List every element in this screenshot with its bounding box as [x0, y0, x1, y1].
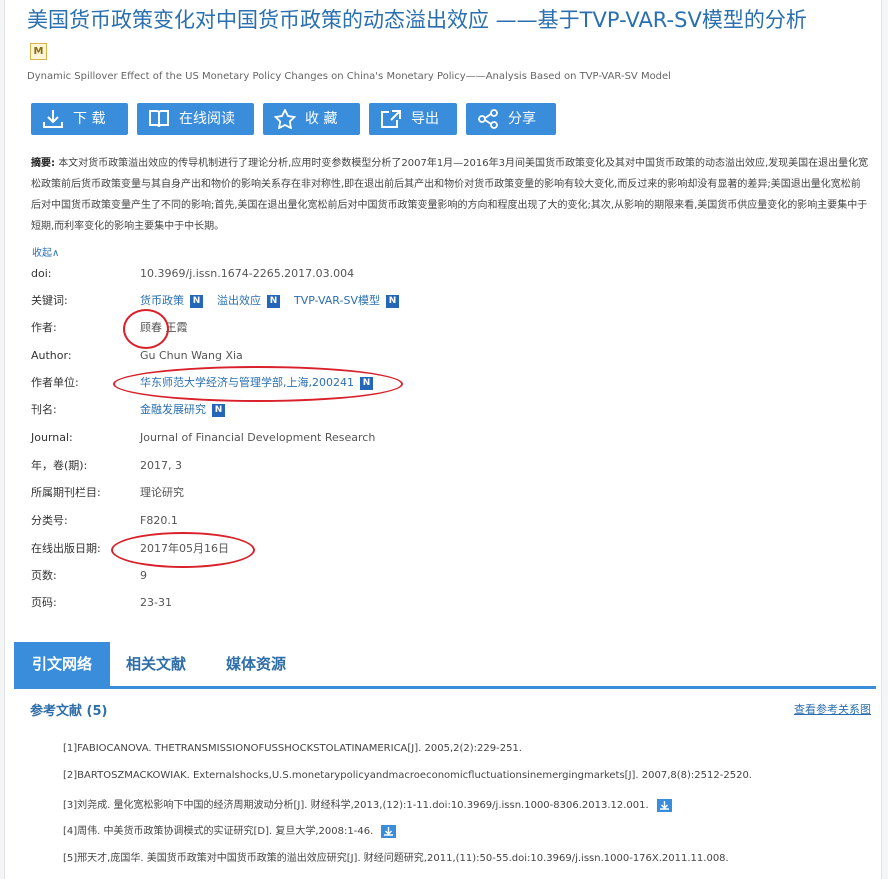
share-icon	[478, 109, 498, 129]
favorite-label: 收 藏	[305, 111, 338, 127]
author-en-value[interactable]: Gu Chun Wang Xia	[140, 346, 243, 366]
star-icon	[274, 109, 296, 129]
reference-item[interactable]: [3]刘尧成. 量化宽松影响下中国的经济周期波动分析[J]. 财经科学,2013…	[63, 796, 672, 812]
online-date-label: 在线出版日期:	[31, 542, 101, 555]
annotation-circle-affiliation	[113, 366, 403, 402]
download-icon[interactable]	[381, 824, 397, 838]
class-label: 分类号:	[31, 514, 68, 527]
annotation-circle-online-date	[111, 532, 255, 568]
reference-map-link[interactable]: 查看参考关系图	[794, 701, 871, 717]
n-badge-icon[interactable]: N	[385, 294, 399, 308]
export-button[interactable]: 导出	[369, 103, 457, 135]
m-badge-icon[interactable]: M	[30, 43, 47, 60]
journal-value[interactable]: 金融发展研究	[140, 403, 206, 416]
favorite-button[interactable]: 收 藏	[263, 103, 360, 135]
authors-label: 作者:	[31, 321, 57, 334]
article-page: 美国货币政策变化对中国货币政策的动态溢出效应 ——基于TVP-VAR-SV模型的…	[4, 0, 882, 879]
reference-item[interactable]: [4]周伟. 中美货币政策协调模式的实证研究[D]. 复旦大学,2008:1-4…	[63, 822, 397, 838]
pages-label: 页数:	[31, 569, 57, 582]
class-value: F820.1	[140, 514, 178, 527]
read-online-button[interactable]: 在线阅读	[137, 103, 254, 135]
year-value: 2017, 3	[140, 459, 182, 472]
share-label: 分享	[508, 111, 536, 127]
column-label: 所属期刊栏目:	[31, 486, 101, 499]
year-label: 年，卷(期):	[31, 459, 88, 472]
doi-value[interactable]: 10.3969/j.issn.1674-2265.2017.03.004	[140, 264, 354, 284]
keyword-link[interactable]: 货币政策	[140, 294, 184, 307]
page-range-label: 页码:	[31, 596, 57, 609]
keywords-list: 货币政策 N 溢出效应 N TVP-VAR-SV模型 N	[140, 291, 399, 311]
tab-related-literature[interactable]: 相关文献	[112, 642, 200, 686]
pages-value: 9	[140, 569, 147, 582]
journal-en-value[interactable]: Journal of Financial Development Researc…	[140, 428, 375, 448]
reference-item[interactable]: [2]BARTOSZMACKOWIAK. Externalshocks,U.S.…	[63, 770, 752, 781]
collapse-link[interactable]: 收起∧	[32, 244, 59, 259]
article-subtitle-en: Dynamic Spillover Effect of the US Monet…	[27, 71, 671, 82]
annotation-circle-author	[123, 309, 169, 349]
journal-en-label: Journal:	[31, 431, 73, 444]
n-badge-icon[interactable]: N	[212, 403, 225, 417]
references-heading: 参考文献 (5)	[30, 704, 108, 719]
keyword-link[interactable]: 溢出效应	[217, 294, 261, 307]
page-range-value: 23-31	[140, 596, 172, 609]
book-icon	[149, 110, 169, 128]
export-label: 导出	[411, 111, 439, 127]
article-title: 美国货币政策变化对中国货币政策的动态溢出效应 ——基于TVP-VAR-SV模型的…	[27, 8, 807, 32]
doi-label: doi:	[31, 267, 52, 280]
abstract-label: 摘要:	[31, 158, 55, 169]
abstract: 摘要: 本文对货币政策溢出效应的传导机制进行了理论分析,应用时变参数模型分析了2…	[31, 153, 869, 237]
journal-wrap: 金融发展研究 N	[140, 400, 225, 420]
reference-text: [2]BARTOSZMACKOWIAK. Externalshocks,U.S.…	[63, 770, 752, 781]
reference-text: [4]周伟. 中美货币政策协调模式的实证研究[D]. 复旦大学,2008:1-4…	[63, 826, 374, 837]
reference-text: [1]FABIOCANOVA. THETRANSMISSIONOFUSSHOCK…	[63, 743, 522, 754]
reference-text: [3]刘尧成. 量化宽松影响下中国的经济周期波动分析[J]. 财经科学,2013…	[63, 800, 649, 811]
n-badge-icon[interactable]: N	[267, 294, 280, 308]
n-badge-icon[interactable]: N	[190, 294, 203, 308]
reference-item[interactable]: [5]邢天才,庞国华. 美国货币政策对中国货币政策的溢出效应研究[J]. 财经问…	[63, 849, 729, 864]
reference-text: [5]邢天才,庞国华. 美国货币政策对中国货币政策的溢出效应研究[J]. 财经问…	[63, 853, 729, 864]
keyword-link[interactable]: TVP-VAR-SV模型	[294, 294, 380, 307]
download-label: 下 载	[73, 111, 106, 127]
author-en-label: Author:	[31, 349, 72, 362]
download-button[interactable]: 下 载	[31, 103, 128, 135]
tab-media-resources[interactable]: 媒体资源	[210, 642, 302, 686]
journal-label: 刊名:	[31, 403, 57, 416]
tab-bar: 引文网络 相关文献 媒体资源	[14, 642, 876, 689]
download-icon[interactable]	[656, 798, 672, 812]
affiliation-label: 作者单位:	[31, 376, 79, 389]
share-button[interactable]: 分享	[466, 103, 556, 135]
reference-item[interactable]: [1]FABIOCANOVA. THETRANSMISSIONOFUSSHOCK…	[63, 743, 522, 754]
column-value[interactable]: 理论研究	[140, 483, 184, 503]
export-icon	[381, 110, 401, 128]
read-online-label: 在线阅读	[179, 111, 235, 127]
abstract-text: 本文对货币政策溢出效应的传导机制进行了理论分析,应用时变参数模型分析了2007年…	[31, 158, 869, 232]
keywords-label: 关键词:	[31, 294, 68, 307]
download-icon	[43, 110, 63, 128]
tab-citation-network[interactable]: 引文网络	[14, 642, 110, 686]
